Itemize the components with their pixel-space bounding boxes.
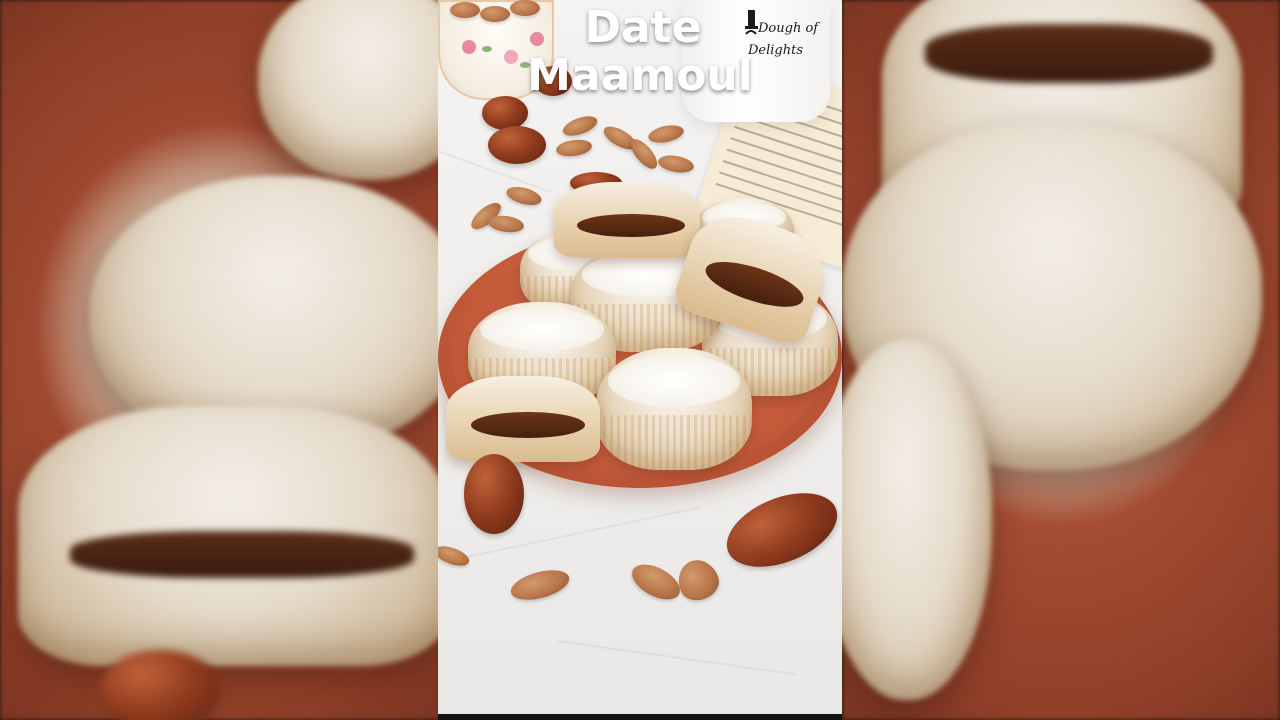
almond — [555, 137, 593, 159]
maamoul-cut-half — [554, 182, 700, 258]
video-frame: Date Maamoul Dough of Delights — [0, 0, 1280, 720]
left-blurred-background — [0, 0, 440, 720]
almond — [646, 122, 686, 146]
maamoul-cut-half — [446, 376, 600, 462]
almond — [656, 152, 696, 176]
brand-logo: Dough of Delights — [734, 6, 834, 64]
date-fruit — [464, 454, 524, 534]
almond — [507, 564, 573, 606]
right-blurred-background — [842, 0, 1280, 720]
video-bottom-edge — [438, 714, 842, 720]
video-content: Date Maamoul Dough of Delights — [438, 0, 842, 720]
svg-text:Delights: Delights — [747, 43, 803, 58]
svg-text:Dough of: Dough of — [757, 21, 820, 36]
almond — [672, 554, 724, 606]
almond — [626, 557, 686, 607]
date-fruit — [716, 478, 842, 582]
date-fruit — [482, 96, 528, 130]
brand-logo-mark: Dough of Delights — [745, 10, 820, 58]
maamoul-cookie — [596, 348, 752, 470]
almond — [560, 112, 600, 140]
almond — [438, 542, 472, 570]
almond — [487, 213, 525, 235]
date-fruit — [488, 126, 546, 164]
